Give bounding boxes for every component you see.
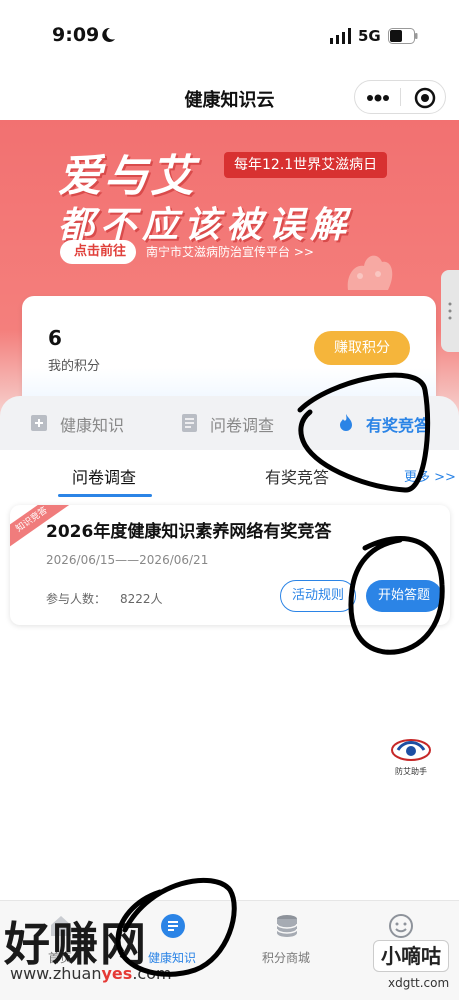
banner-date-tag: 每年12.1世界艾滋病日 (224, 152, 388, 178)
sub-tabs: 问卷调查 有奖竞答 更多 >> (0, 450, 459, 500)
cdc-logo-icon (391, 739, 431, 761)
activity-rules-button[interactable]: 活动规则 (280, 580, 356, 612)
aids-helper-float[interactable]: 防艾助手 (386, 736, 436, 780)
banner-cta-text[interactable]: 南宁市艾滋病防治宣传平台 >> (146, 243, 314, 260)
close-target-icon[interactable] (414, 87, 436, 109)
user-icon (389, 914, 413, 938)
helper-label: 防艾助手 (395, 767, 427, 776)
network-label: 5G (358, 27, 381, 45)
subtab-survey[interactable]: 问卷调查 (72, 464, 136, 488)
participants-label: 参与人数： (46, 592, 107, 606)
survey-icon (182, 414, 197, 432)
tab-label: 问卷调查 (210, 416, 275, 435)
quiz-title: 2026年度健康知识素养网络有奖竞答 (46, 522, 332, 542)
subtab-prize-quiz[interactable]: 有奖竞答 (265, 464, 329, 488)
moon-icon (102, 27, 115, 42)
points-label: 我的积分 (48, 359, 101, 374)
watermark-url-c: .com (132, 964, 172, 983)
decor-plant-icon (347, 255, 393, 290)
more-dots-icon[interactable] (366, 94, 390, 102)
tab-label: 有奖竞答 (366, 416, 431, 435)
tabbar-points-mall[interactable]: 积分商城 (236, 909, 336, 969)
feature-tabs: 健康知识 问卷调查 有奖竞答 (0, 396, 459, 450)
tab-survey[interactable]: 问卷调查 (180, 410, 290, 436)
tab-prize-quiz[interactable]: 有奖竞答 (336, 410, 446, 436)
signal-icon (330, 28, 351, 44)
watermark-url-a: www.zhuan (10, 964, 102, 983)
watermark-left-url: www.zhuanyes.com (10, 964, 172, 983)
watermark-right-url: xdgtt.com (388, 976, 450, 990)
banner-cta-button[interactable]: 点击前往 (60, 240, 137, 264)
watermark-url-b: yes (101, 964, 133, 983)
side-drawer-handle[interactable] (441, 270, 459, 352)
subtab-active-indicator (58, 494, 152, 497)
banner-logo-line1: 爱与艾 (58, 151, 196, 202)
battery-icon (388, 28, 418, 44)
tabbar-label: 积分商城 (261, 951, 310, 965)
watermark-right: 小嘀咕 (373, 940, 449, 972)
coins-icon (276, 915, 298, 937)
add-doc-icon (31, 415, 47, 431)
handle-dots-icon (448, 302, 452, 320)
quiz-date-range: 2026/06/15——2026/06/21 (46, 553, 209, 567)
status-time: 9:09 (52, 24, 100, 46)
tab-label: 健康知识 (60, 416, 125, 435)
tab-health-knowledge[interactable]: 健康知识 (30, 410, 140, 436)
points-value: 6 (48, 326, 62, 350)
participants-value: 8222人 (120, 592, 163, 606)
banner-cta-row[interactable]: 点击前往 南宁市艾滋病防治宣传平台 >> (60, 240, 360, 264)
flame-icon (340, 414, 352, 431)
start-quiz-button[interactable]: 开始答题 (366, 580, 442, 612)
earn-points-button[interactable]: 赚取积分 (314, 331, 410, 365)
status-bar: 9:09 5G (0, 0, 459, 76)
quiz-card[interactable]: 知识竞答 2026年度健康知识素养网络有奖竞答 2026/06/15——2026… (10, 505, 450, 625)
nav-bar: 健康知识云 (0, 76, 459, 120)
capsule-divider (400, 88, 401, 106)
more-link[interactable]: 更多 >> (404, 466, 456, 485)
knowledge-icon (161, 914, 185, 938)
